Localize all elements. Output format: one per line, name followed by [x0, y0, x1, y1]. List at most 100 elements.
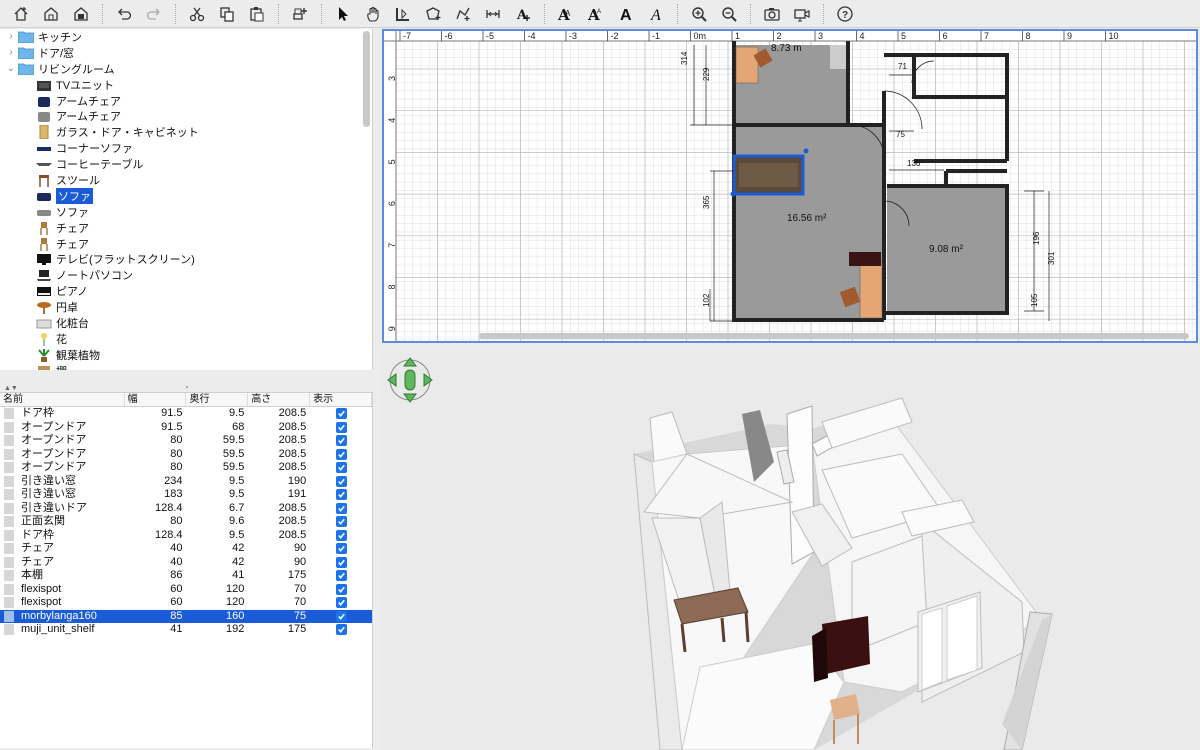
tree-item[interactable]: コーヒーテーブル [0, 156, 372, 172]
visible-checkbox[interactable] [335, 583, 347, 595]
create-polylines-button[interactable] [450, 2, 476, 26]
tree-item[interactable]: チェア [0, 236, 372, 252]
table-row[interactable]: flexispot 60 120 70 [0, 596, 372, 610]
visible-checkbox[interactable] [335, 421, 347, 433]
tree-item[interactable]: 観葉植物 [0, 347, 372, 363]
table-row[interactable]: 引き違いドア 128.4 6.7 208.5 [0, 502, 372, 516]
column-header-name[interactable]: 名前 [0, 393, 125, 406]
new-home-button[interactable] [8, 2, 34, 26]
copy-button[interactable] [214, 2, 240, 26]
tree-item[interactable]: ソファ [0, 204, 372, 220]
visible-checkbox[interactable] [335, 624, 347, 636]
visible-checkbox[interactable] [335, 610, 347, 622]
floor-plan-canvas[interactable]: -7 -6 -5 -4 -3 -2 -1 0m 1 2 3 4 5 6 7 8 9 10 3 4 5 6 7 8 9 8.73 m… [384, 31, 1196, 341]
tree-category[interactable]: ⌄ リビングルーム [0, 61, 372, 77]
tree-category[interactable]: › ドア/窓 [0, 45, 372, 61]
increase-text-size-button[interactable]: AA [553, 2, 579, 26]
table-row[interactable]: 引き違い窓 234 9.5 190 [0, 475, 372, 489]
visible-checkbox[interactable] [335, 570, 347, 582]
column-header-height[interactable]: 高さ [248, 393, 311, 406]
redo-button[interactable] [141, 2, 167, 26]
table-row[interactable]: オープンドア 91.5 68 208.5 [0, 421, 372, 435]
open-button[interactable] [38, 2, 64, 26]
table-row[interactable]: ドア枠 91.5 9.5 208.5 [0, 407, 372, 421]
tree-item[interactable]: TVユニット [0, 77, 372, 93]
table-row[interactable]: ドア枠 128.4 9.5 208.5 [0, 529, 372, 543]
visible-checkbox[interactable] [335, 408, 347, 420]
create-walls-button[interactable] [390, 2, 416, 26]
navigation-arrows-icon[interactable] [387, 357, 433, 403]
table-row[interactable]: チェア 40 42 90 [0, 556, 372, 570]
bold-text-button[interactable]: A [613, 2, 639, 26]
visible-checkbox[interactable] [335, 556, 347, 568]
visible-checkbox[interactable] [335, 489, 347, 501]
visible-checkbox[interactable] [335, 475, 347, 487]
tree-item[interactable]: 円卓 [0, 299, 372, 315]
zoom-in-button[interactable] [686, 2, 712, 26]
tree-item[interactable]: ガラス・ドア・キャビネット [0, 124, 372, 140]
horizontal-splitter[interactable]: ▲▼ [0, 382, 374, 392]
table-row[interactable]: オープンドア 80 59.5 208.5 [0, 461, 372, 475]
table-row[interactable]: 正面玄関 80 9.6 208.5 [0, 515, 372, 529]
3d-view-canvas[interactable] [382, 352, 1200, 750]
undo-button[interactable] [111, 2, 137, 26]
cut-button[interactable] [184, 2, 210, 26]
create-dimensions-button[interactable] [480, 2, 506, 26]
tree-item[interactable]: アームチェア [0, 93, 372, 109]
tree-item[interactable]: ノートパソコン [0, 267, 372, 283]
pan-mode-button[interactable] [360, 2, 386, 26]
tree-item[interactable]: コーナーソファ [0, 140, 372, 156]
table-row[interactable]: 引き違い窓 183 9.5 191 [0, 488, 372, 502]
visible-checkbox[interactable] [335, 435, 347, 447]
tree-category[interactable]: › キッチン [0, 29, 372, 45]
floor-plan-view[interactable]: -7 -6 -5 -4 -3 -2 -1 0m 1 2 3 4 5 6 7 8 9 10 3 4 5 6 7 8 9 8.73 m… [382, 29, 1198, 343]
visible-checkbox[interactable] [335, 502, 347, 514]
paste-button[interactable] [244, 2, 270, 26]
create-rooms-button[interactable] [420, 2, 446, 26]
tree-item[interactable]: アームチェア [0, 108, 372, 124]
table-row[interactable]: flexispot 60 120 70 [0, 583, 372, 597]
plan-3d-splitter[interactable] [382, 343, 1200, 352]
create-video-button[interactable] [789, 2, 815, 26]
table-row[interactable]: チェア 40 42 90 [0, 542, 372, 556]
visible-checkbox[interactable] [335, 597, 347, 609]
visible-checkbox[interactable] [335, 462, 347, 474]
catalog-scrollbar[interactable] [363, 31, 370, 127]
3d-view[interactable] [382, 352, 1200, 750]
furniture-list-table[interactable]: 名前 幅 奥行 高さ 表示 ドア枠 91.5 9.5 208.5 オープンドア 91.5 6… [0, 392, 373, 748]
visible-checkbox[interactable] [335, 448, 347, 460]
chevron-right-icon[interactable]: › [4, 31, 18, 42]
tree-item[interactable]: テレビ(フラットスクリーン) [0, 251, 372, 267]
zoom-out-button[interactable] [716, 2, 742, 26]
chevron-down-icon[interactable]: ⌄ [4, 63, 18, 74]
tree-item[interactable]: スツール [0, 172, 372, 188]
table-row[interactable]: 本棚 86 41 175 [0, 569, 372, 583]
tree-item[interactable]: 花 [0, 331, 372, 347]
column-header-depth[interactable]: 奥行 [186, 393, 249, 406]
column-header-visible[interactable]: 表示 [310, 393, 372, 406]
visible-checkbox[interactable] [335, 543, 347, 555]
help-button[interactable]: ? [832, 2, 858, 26]
tree-item[interactable]: チェア [0, 220, 372, 236]
add-text-button[interactable]: A [510, 2, 536, 26]
table-row[interactable]: morbylanga160 85 160 75 [0, 609, 372, 623]
table-row[interactable]: オープンドア 80 59.5 208.5 [0, 434, 372, 448]
italic-text-button[interactable]: A [643, 2, 669, 26]
vertical-splitter[interactable] [374, 29, 382, 749]
save-button[interactable] [68, 2, 94, 26]
tree-item[interactable]: ピアノ [0, 283, 372, 299]
column-header-width[interactable]: 幅 [125, 393, 187, 406]
visible-checkbox[interactable] [335, 516, 347, 528]
table-row[interactable]: オープンドア 80 59.5 208.5 [0, 448, 372, 462]
select-mode-button[interactable] [330, 2, 356, 26]
tree-item[interactable]: 化粧台 [0, 315, 372, 331]
add-furniture-button[interactable] [287, 2, 313, 26]
visible-checkbox[interactable] [335, 529, 347, 541]
tree-item[interactable]: ソファ [0, 187, 372, 204]
furniture-catalog-tree[interactable]: › キッチン › ドア/窓 ⌄ リビングルーム TVユニット アームチェア アームチェア ガラス・… [0, 29, 373, 370]
decrease-text-size-button[interactable]: AA [583, 2, 609, 26]
tree-item[interactable]: 棚 [0, 363, 372, 370]
create-photo-button[interactable] [759, 2, 785, 26]
chevron-right-icon[interactable]: › [4, 47, 18, 58]
table-row[interactable]: muji_unit_shelf 41 192 175 [0, 623, 372, 637]
